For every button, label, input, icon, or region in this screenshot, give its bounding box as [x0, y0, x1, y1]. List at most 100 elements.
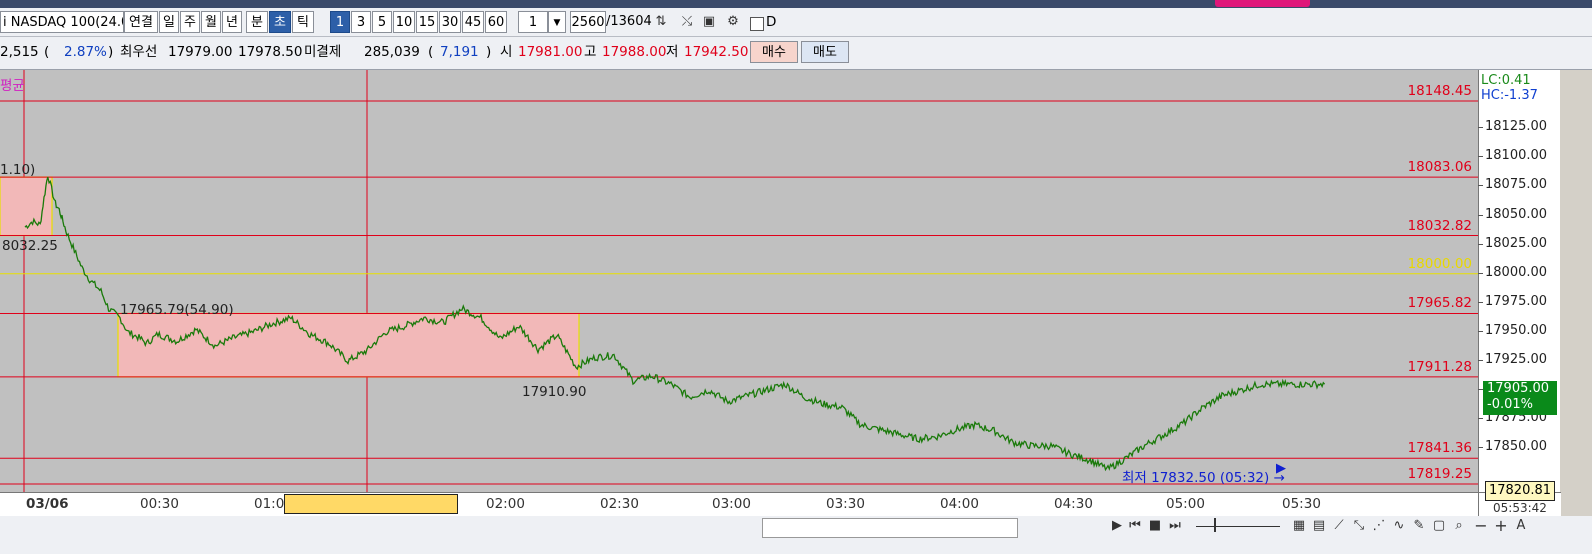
period-button-0[interactable]: 연결 — [124, 11, 158, 33]
split-icon[interactable]: ▤ — [1310, 516, 1328, 536]
low-price: 17942.50 — [684, 44, 749, 60]
interval-button-3[interactable]: 3 — [351, 11, 371, 33]
time-tick-7: 04:00 — [940, 496, 979, 512]
price-tick-1: 18100.00 — [1477, 148, 1548, 164]
open-interest: 285,039 — [364, 44, 420, 60]
period-button-4[interactable]: 년 — [222, 11, 242, 33]
price-tick-8: 17925.00 — [1477, 351, 1548, 367]
interval-button-5[interactable]: 5 — [372, 11, 392, 33]
symbol-field[interactable]: i NASDAQ 100(24.0 — [0, 11, 124, 33]
box-tool-icon[interactable]: ▢ — [1430, 516, 1448, 536]
chart-bottom-bar: ▶ ⏮ ■ ⏭ ▦ ▤ ⟋ ⤡ ⋰ ∿ ✎ ▢ ⌕ − + A — [0, 516, 1592, 554]
zoom-out-icon[interactable]: − — [1472, 516, 1490, 536]
level-label-7: 17819.25 — [1407, 466, 1472, 482]
change-percent: 2.87% — [64, 44, 107, 60]
price-tick-6: 17975.00 — [1477, 293, 1548, 309]
interval-button-15[interactable]: 15 — [416, 11, 438, 33]
chart-canvas — [0, 70, 1478, 492]
period-button-5[interactable]: 분 — [246, 11, 268, 33]
price-tick-3: 18050.00 — [1477, 206, 1548, 222]
indicator-label: 평균 — [0, 78, 25, 94]
price-tick-2: 18075.00 — [1477, 177, 1548, 193]
zoom-in-icon[interactable]: + — [1492, 516, 1510, 536]
time-tick-1: 00:30 — [140, 496, 179, 512]
zoom-slider[interactable] — [1196, 526, 1280, 527]
period-button-6[interactable]: 초 — [269, 11, 291, 33]
line-draw-icon[interactable]: ⟋ — [1330, 516, 1348, 536]
high-price: 17988.00 — [602, 44, 667, 60]
level-label-2: 18032.82 — [1407, 217, 1472, 234]
price-tick-4: 18025.00 — [1477, 235, 1548, 251]
low-marker-label: 최저 17832.50 (05:32) → — [1122, 470, 1285, 486]
first-icon[interactable]: ⏮ — [1126, 516, 1144, 536]
annotation-box-high: 17965.79(54.90) — [120, 302, 234, 318]
layout-icon[interactable]: ▦ — [1290, 516, 1308, 536]
time-tick-5: 03:00 — [712, 496, 751, 512]
time-cursor-box — [284, 494, 458, 514]
right-strip — [1560, 70, 1592, 520]
count-total: /13604 — [606, 14, 652, 29]
magnifier-icon[interactable]: ⌕ — [1450, 516, 1468, 536]
time-axis-right: 17820.81 05:53:42 — [1478, 481, 1561, 517]
period-button-1[interactable]: 일 — [159, 11, 179, 33]
trend-line-icon[interactable]: ⤡ — [1350, 516, 1368, 536]
annotation-box-low: 17910.90 — [522, 384, 587, 400]
lc-label: LC:0.41 — [1481, 73, 1531, 88]
interval-button-10[interactable]: 10 — [393, 11, 415, 33]
change-paren-close: ) — [108, 44, 114, 60]
wave-icon[interactable]: ∿ — [1390, 516, 1408, 536]
interval-button-45[interactable]: 45 — [462, 11, 484, 33]
multiplier-dropdown-icon[interactable]: ▼ — [548, 11, 566, 33]
interval-button-60[interactable]: 60 — [485, 11, 507, 33]
price-axis[interactable]: LC:0.41 HC:-1.37 18125.00 18100.00 18075.0… — [1477, 70, 1561, 492]
time-tick-6: 03:30 — [826, 496, 865, 512]
time-axis-end: 05:53:42 — [1493, 501, 1547, 515]
time-tick-10: 05:30 — [1282, 496, 1321, 512]
last-icon[interactable]: ⏭ — [1166, 516, 1184, 536]
play-icon[interactable]: ▶ — [1108, 516, 1126, 536]
current-change: -0.01% — [1487, 397, 1533, 412]
time-tick-3: 02:00 — [486, 496, 525, 512]
multiplier-field[interactable]: 1 — [518, 11, 548, 33]
price-tick-11: 17850.00 — [1477, 439, 1548, 455]
period-button-7[interactable]: 틱 — [292, 11, 314, 33]
period-button-2[interactable]: 주 — [180, 11, 200, 33]
auto-scale-icon[interactable]: A — [1512, 516, 1530, 536]
time-tick-2: 01:0 — [254, 496, 285, 512]
fibo-icon[interactable]: ⋰ — [1370, 516, 1388, 536]
price-chart[interactable]: 평균 1.10) 8032.25 17965.79(54.90) 17910.9… — [0, 70, 1478, 492]
save-icon[interactable]: ▣ — [700, 12, 718, 32]
best-ask: 17979.00 — [168, 44, 233, 60]
chart-type-icon[interactable]: ⇅ — [652, 12, 670, 32]
zoom-slider-handle[interactable] — [1214, 518, 1216, 532]
time-tick-8: 04:30 — [1054, 496, 1093, 512]
price-tick-5: 18000.00 — [1477, 264, 1548, 280]
sell-button[interactable]: 매도 — [801, 41, 849, 63]
time-tick-0: 03/06 — [26, 496, 69, 512]
pencil-icon[interactable]: ✎ — [1410, 516, 1428, 536]
interval-button-30[interactable]: 30 — [439, 11, 461, 33]
current-price-box: 17905.00 -0.01% — [1483, 381, 1557, 415]
stop-icon[interactable]: ■ — [1146, 516, 1164, 536]
price-tick-7: 17950.00 — [1477, 322, 1548, 338]
buy-button[interactable]: 매수 — [750, 41, 798, 63]
header-pink-button[interactable] — [1215, 0, 1310, 7]
period-button-3[interactable]: 월 — [201, 11, 221, 33]
interval-button-1[interactable]: 1 — [330, 11, 350, 33]
trend-tool-icon[interactable]: ⤯ — [678, 12, 696, 32]
best-label: 최우선 — [120, 44, 158, 60]
d-checkbox[interactable] — [750, 17, 764, 31]
level-label-0: 18148.45 — [1407, 83, 1472, 99]
time-axis[interactable]: 03/06 00:30 01:0 02:00 02:30 03:00 03:30 04:00 0… — [0, 492, 1478, 517]
gear-icon[interactable]: ⚙ — [724, 12, 742, 32]
window-titlebar — [0, 0, 1592, 8]
count-field[interactable]: 2560 — [570, 11, 606, 33]
horizontal-scrollbar[interactable] — [762, 518, 1018, 538]
open-label: 시 — [500, 44, 513, 60]
cursor-price-box: 17820.81 — [1485, 481, 1555, 501]
oi-paren-open: ( — [428, 44, 434, 60]
oi-paren-close: ) — [486, 44, 492, 60]
quote-bar: 2,515 ( 2.87% ) 최우선 17979.00 17978.50 미결… — [0, 37, 1592, 70]
open-interest-label: 미결제 — [304, 44, 342, 60]
change-value: 2,515 — [0, 44, 39, 60]
